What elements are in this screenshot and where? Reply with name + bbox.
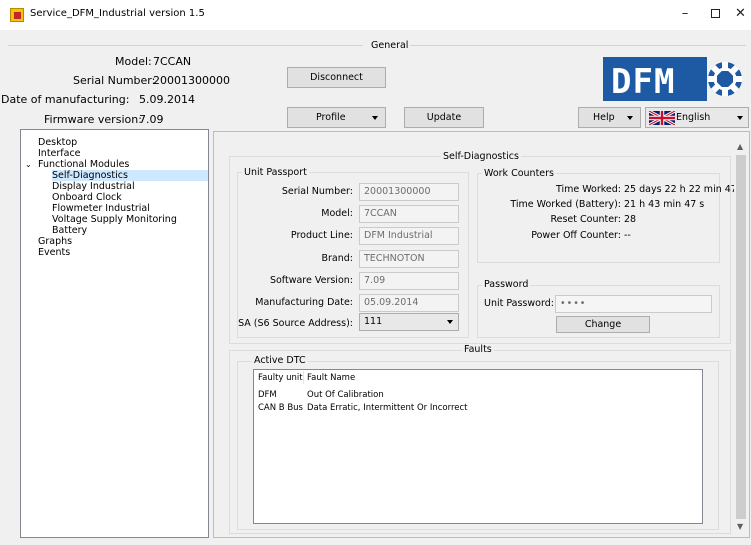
tree-item-label: Self-Diagnostics (52, 170, 128, 181)
reset-counter-label: Reset Counter: (550, 214, 621, 225)
tree-item-voltage-supply-monitoring[interactable]: Voltage Supply Monitoring (52, 214, 177, 225)
sa-address-label: SA (S6 Source Address): (238, 318, 353, 329)
chevron-down-icon (372, 115, 378, 120)
change-password-label: Change (584, 319, 622, 330)
tree-item-functional-modules[interactable]: Functional Modules (38, 159, 129, 170)
time-worked-value: 25 days 22 h 22 min 47 s (624, 184, 745, 195)
tree-item-battery[interactable]: Battery (52, 225, 87, 236)
time-worked-battery-label: Time Worked (Battery): (510, 199, 621, 210)
mfg-date-value: 5.09.2014 (139, 93, 195, 106)
tree-item-display-industrial[interactable]: Display Industrial (52, 181, 135, 192)
self-diagnostics-title: Self-Diagnostics (441, 151, 521, 162)
unit-password-field[interactable]: •••• (555, 295, 712, 313)
tree-item-events[interactable]: Events (38, 247, 70, 258)
close-button[interactable]: ✕ (730, 4, 751, 24)
time-worked-label: Time Worked: (555, 184, 621, 195)
chevron-down-icon (447, 320, 453, 324)
maximize-icon (710, 9, 720, 18)
firmware-value: 7.09 (139, 113, 164, 126)
column-separator (303, 371, 304, 384)
help-dropdown[interactable]: Help (578, 107, 641, 128)
unit-passport-title: Unit Passport (242, 167, 309, 178)
uk-flag-icon (649, 111, 675, 125)
app-icon (10, 8, 24, 22)
scroll-thumb[interactable] (736, 155, 746, 519)
dtc-row-fault[interactable]: Out Of Calibration (307, 390, 384, 400)
scroll-up-icon[interactable]: ▲ (737, 142, 743, 151)
disconnect-button[interactable]: Disconnect (287, 67, 386, 88)
chevron-down-icon (737, 115, 743, 120)
profile-dropdown[interactable]: Profile (287, 107, 386, 128)
tree-item-graphs[interactable]: Graphs (38, 236, 72, 247)
passport-brand-label: Brand: (321, 253, 354, 264)
passport-mfg-date-field: 05.09.2014 (359, 294, 459, 312)
firmware-label: Firmware version: (44, 113, 142, 126)
column-header-faulty-unit[interactable]: Faulty unit (258, 373, 303, 383)
model-label: Model: (115, 55, 152, 68)
passport-serial-label: Serial Number: (281, 186, 353, 197)
tree-item-desktop[interactable]: Desktop (38, 137, 77, 148)
dtc-row-fault[interactable]: Data Erratic, Intermittent Or Incorrect (307, 403, 468, 413)
time-worked-battery-value: 21 h 43 min 47 s (624, 199, 705, 210)
serial-label: Serial Number: (73, 74, 156, 87)
dtc-row-unit[interactable]: CAN B Bus (258, 403, 303, 413)
active-dtc-title: Active DTC (252, 355, 308, 366)
tree-item-self-diagnostics[interactable]: Self-Diagnostics (52, 170, 208, 181)
passport-software-label: Software Version: (269, 275, 353, 286)
column-header-fault-name[interactable]: Fault Name (307, 373, 355, 383)
change-password-button[interactable]: Change (556, 316, 650, 333)
minimize-button[interactable]: – (670, 4, 700, 24)
general-title: General (371, 40, 409, 51)
passport-product-label: Product Line: (290, 230, 353, 241)
chevron-down-icon[interactable]: ⌄ (25, 159, 32, 170)
password-title: Password (482, 279, 531, 290)
mfg-date-label: Date of manufacturing: (1, 93, 130, 106)
reset-counter-value: 28 (624, 214, 637, 225)
passport-model-label: Model: (321, 208, 353, 219)
passport-brand-field: TECHNOTON (359, 250, 459, 268)
unit-password-label: Unit Password: (484, 298, 554, 309)
passport-model-field: 7CCAN (359, 205, 459, 223)
power-off-counter-value: -- (624, 230, 631, 241)
dfm-logo: DFM (603, 57, 742, 101)
faults-title: Faults (462, 344, 494, 355)
update-firmware-button[interactable]: Update Firmware (404, 107, 484, 142)
active-dtc-list[interactable]: Faulty unit Fault Name DFM Out Of Calibr… (253, 369, 703, 524)
general-divider-right (410, 45, 746, 46)
passport-software-field: 7.09 (359, 272, 459, 290)
scroll-down-icon[interactable]: ▼ (737, 522, 743, 531)
general-divider-left (8, 45, 363, 46)
dtc-row-unit[interactable]: DFM (258, 390, 277, 400)
tree-item-flowmeter-industrial[interactable]: Flowmeter Industrial (52, 203, 150, 214)
sa-address-dropdown[interactable]: 111 (359, 313, 459, 331)
work-counters-title: Work Counters (482, 168, 556, 179)
title-bar: Service_DFM_Industrial version 1.5 – ✕ (0, 0, 751, 30)
serial-value: 20001300000 (153, 74, 230, 87)
disconnect-label: Disconnect (310, 72, 363, 83)
power-off-counter-label: Power Off Counter: (531, 230, 621, 241)
maximize-button[interactable] (700, 4, 730, 24)
tree-item-interface[interactable]: Interface (38, 148, 81, 159)
passport-product-field: DFM Industrial (359, 227, 459, 245)
passport-serial-field: 20001300000 (359, 183, 459, 201)
tree-item-onboard-clock[interactable]: Onboard Clock (52, 192, 122, 203)
model-value: 7CCAN (153, 55, 192, 68)
chevron-down-icon (627, 115, 633, 120)
language-dropdown[interactable]: English (645, 107, 749, 128)
main-scrollbar[interactable]: ▲ ▼ (734, 140, 748, 534)
passport-mfg-date-label: Manufacturing Date: (255, 297, 353, 308)
logo-text: DFM (611, 62, 675, 101)
navigation-tree[interactable]: Desktop Interface ⌄ Functional Modules S… (20, 129, 209, 538)
sa-address-value: 111 (364, 316, 383, 327)
window-title: Service_DFM_Industrial version 1.5 (30, 8, 205, 19)
